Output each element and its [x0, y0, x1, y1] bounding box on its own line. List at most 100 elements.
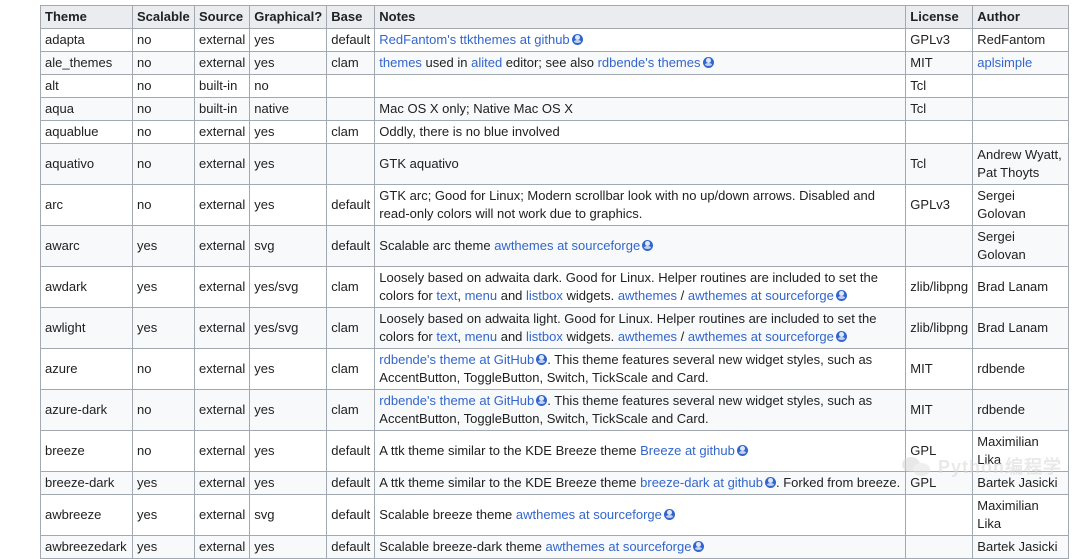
table-body: adapta no external yes default RedFantom's tt…: [40, 28, 1070, 559]
cell-author: [972, 74, 1070, 98]
cell-license: GPLv3: [905, 28, 974, 52]
cell-author: Andrew Wyatt, Pat Thoyts: [972, 143, 1070, 185]
cell-author: Brad Lanam: [972, 307, 1070, 349]
link[interactable]: awthemes at sourceforge: [494, 238, 640, 253]
cell-source: external: [193, 28, 251, 52]
cell-theme: azure: [40, 348, 133, 390]
link[interactable]: awthemes: [618, 288, 677, 303]
text-segment: rdbende: [977, 402, 1026, 417]
external-link-globe-icon[interactable]: [571, 34, 583, 45]
cell-license: GPLv3: [905, 184, 974, 226]
col-header-theme[interactable]: Theme: [40, 5, 133, 29]
cell-base: clam: [326, 51, 376, 75]
cell-source: external: [193, 51, 251, 75]
external-link-globe-icon[interactable]: [642, 240, 654, 251]
table-row: adapta no external yes default RedFantom's tt…: [40, 28, 1070, 52]
link[interactable]: text: [436, 288, 457, 303]
link[interactable]: awthemes at sourceforge: [688, 329, 834, 344]
cell-source: built-in: [193, 97, 251, 121]
cell-author: Maximilian Lika: [972, 430, 1070, 472]
external-link-globe-icon[interactable]: [536, 395, 548, 406]
link[interactable]: alited: [471, 55, 502, 70]
text-segment: and: [497, 288, 527, 303]
text-segment: widgets.: [562, 288, 618, 303]
text-segment: GTK aquativo: [379, 156, 459, 171]
col-header-source[interactable]: Source: [193, 5, 251, 29]
link[interactable]: rdbende's themes: [598, 55, 701, 70]
cell-base: clam: [326, 266, 376, 308]
col-header-scalable[interactable]: Scalable: [132, 5, 195, 29]
table-row: ale_themes no external yes clam themes used i…: [40, 51, 1070, 75]
col-header-author[interactable]: Author: [972, 5, 1070, 29]
col-header-license[interactable]: License: [905, 5, 974, 29]
table-row: azure no external yes clam rdbende's theme at…: [40, 348, 1070, 390]
link[interactable]: awthemes at sourceforge: [688, 288, 834, 303]
link[interactable]: text: [436, 329, 457, 344]
external-link-globe-icon[interactable]: [765, 477, 776, 488]
cell-license: MIT: [905, 389, 974, 431]
external-link-globe-icon[interactable]: [736, 445, 748, 456]
table-row: aquablue no external yes clam Oddly, there is…: [40, 120, 1070, 144]
external-link-globe-icon[interactable]: [835, 290, 847, 301]
link[interactable]: awthemes: [618, 329, 677, 344]
cell-scalable: no: [132, 143, 195, 185]
cell-graphical: yes: [249, 535, 328, 559]
link[interactable]: menu: [465, 288, 498, 303]
link[interactable]: breeze-dark at github: [640, 475, 763, 490]
themes-table: Theme Scalable Source Graphical? Base No…: [40, 5, 1070, 559]
link[interactable]: listbox: [526, 288, 563, 303]
link[interactable]: menu: [465, 329, 498, 344]
col-header-graphical[interactable]: Graphical?: [249, 5, 328, 29]
col-header-base[interactable]: Base: [326, 5, 376, 29]
cell-notes: Scalable arc theme awthemes at sourcefor…: [374, 225, 907, 267]
cell-license: zlib/libpng: [905, 266, 974, 308]
cell-theme: aquativo: [40, 143, 133, 185]
link[interactable]: awthemes at sourceforge: [516, 507, 662, 522]
link[interactable]: aplsimple: [977, 55, 1032, 70]
cell-base: [326, 143, 376, 185]
text-segment: and: [497, 329, 527, 344]
cell-theme: breeze: [40, 430, 133, 472]
cell-scalable: yes: [132, 266, 195, 308]
cell-notes: GTK arc; Good for Linux; Modern scrollba…: [374, 184, 907, 226]
link[interactable]: Breeze at github: [640, 443, 735, 458]
cell-author: Brad Lanam: [972, 266, 1070, 308]
external-link-globe-icon[interactable]: [835, 331, 847, 342]
cell-license: Tcl: [905, 74, 974, 98]
cell-author: rdbende: [972, 348, 1070, 390]
cell-notes: rdbende's theme at GitHub. This theme fe…: [374, 389, 907, 431]
text-segment: GTK arc; Good for Linux; Modern scrollba…: [379, 188, 875, 221]
cell-graphical: native: [249, 97, 328, 121]
cell-source: external: [193, 120, 251, 144]
cell-license: GPL: [905, 471, 974, 495]
text-segment: Brad Lanam: [977, 320, 1049, 335]
link[interactable]: rdbende's theme at GitHub: [379, 393, 534, 408]
cell-base: default: [326, 535, 376, 559]
cell-notes: rdbende's theme at GitHub. This theme fe…: [374, 348, 907, 390]
cell-scalable: no: [132, 348, 195, 390]
table-row: awarc yes external svg default Scalable arc t…: [40, 225, 1070, 267]
text-segment: Scalable breeze-dark theme: [379, 539, 546, 554]
link[interactable]: themes: [379, 55, 422, 70]
cell-source: external: [193, 348, 251, 390]
text-segment: /: [677, 288, 688, 303]
external-link-globe-icon[interactable]: [702, 57, 714, 68]
text-segment: . Forked from breeze.: [776, 475, 901, 490]
cell-scalable: no: [132, 120, 195, 144]
external-link-globe-icon[interactable]: [536, 354, 548, 365]
link[interactable]: RedFantom's ttkthemes at github: [379, 32, 569, 47]
link[interactable]: listbox: [526, 329, 563, 344]
cell-notes: [374, 74, 907, 98]
external-link-globe-icon[interactable]: [663, 509, 675, 520]
text-segment: Mac OS X only; Native Mac OS X: [379, 101, 573, 116]
col-header-notes[interactable]: Notes: [374, 5, 907, 29]
link[interactable]: rdbende's theme at GitHub: [379, 352, 534, 367]
cell-author: [972, 97, 1070, 121]
cell-theme: aquablue: [40, 120, 133, 144]
cell-theme: arc: [40, 184, 133, 226]
link[interactable]: awthemes at sourceforge: [546, 539, 692, 554]
cell-scalable: yes: [132, 225, 195, 267]
cell-scalable: yes: [132, 307, 195, 349]
text-segment: editor; see also: [502, 55, 598, 70]
external-link-globe-icon[interactable]: [693, 541, 705, 552]
